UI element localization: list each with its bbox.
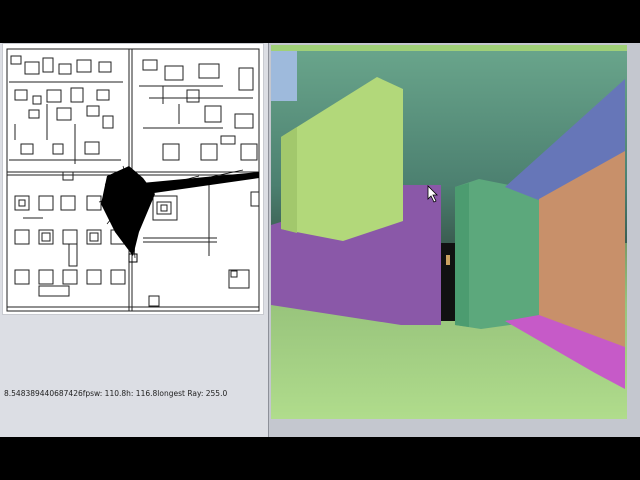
map-block <box>10 55 22 65</box>
map-block <box>156 201 172 215</box>
map-block <box>86 229 102 245</box>
map-block <box>41 232 51 242</box>
map-block <box>58 63 72 75</box>
map-block <box>38 269 54 285</box>
map-block <box>18 199 26 207</box>
map-block <box>98 61 112 73</box>
map-block <box>14 89 28 101</box>
render-viewport[interactable] <box>269 43 640 437</box>
map-block <box>86 105 100 117</box>
map-block <box>86 195 102 211</box>
map-block <box>38 229 54 245</box>
map-block <box>60 195 76 211</box>
map-block <box>228 269 250 289</box>
map-block <box>102 115 114 129</box>
map-block <box>28 109 40 119</box>
map-block <box>186 89 200 103</box>
map-block <box>62 229 78 245</box>
map-block <box>42 57 54 73</box>
map-block <box>230 270 238 278</box>
map-block <box>234 113 254 129</box>
map-block <box>24 61 40 75</box>
map-block <box>238 67 254 91</box>
map-block <box>14 269 30 285</box>
sky-patch <box>271 51 297 101</box>
map-block <box>198 63 220 79</box>
map-block <box>84 141 100 155</box>
map-block <box>38 195 54 211</box>
map-block <box>32 95 42 105</box>
map-block <box>220 135 236 145</box>
map-block <box>70 87 84 103</box>
ceiling-rim <box>271 45 627 51</box>
map-block <box>20 143 34 155</box>
minimap-panel <box>2 43 264 315</box>
map-block <box>38 285 70 297</box>
map-block <box>14 195 30 211</box>
map-block <box>46 89 62 103</box>
map-block <box>142 59 158 71</box>
map-block <box>162 143 180 161</box>
map-block <box>62 171 74 181</box>
ray-fan-beam <box>131 172 259 196</box>
distant-light <box>446 255 450 265</box>
map-block <box>160 204 168 212</box>
app-window: 8.548389440687426fpsw: 110.8h: 116.8long… <box>0 43 640 437</box>
map-block <box>200 143 218 161</box>
map-block <box>14 229 30 245</box>
wall-green-shade <box>455 183 469 327</box>
minimap <box>6 48 260 312</box>
map-block <box>56 107 72 121</box>
map-block <box>76 59 92 73</box>
map-block <box>148 295 160 307</box>
map-block <box>52 143 64 155</box>
map-block <box>164 65 184 81</box>
map-block <box>204 105 222 123</box>
wall-lime-shade <box>281 127 297 233</box>
map-block <box>96 89 110 101</box>
map-block <box>110 269 126 285</box>
status-readout: 8.548389440687426fpsw: 110.8h: 116.8long… <box>4 389 228 398</box>
map-block <box>86 269 102 285</box>
map-block <box>68 243 78 267</box>
map-block <box>62 269 78 285</box>
map-block <box>250 191 260 207</box>
map-block <box>240 143 258 161</box>
render-viewport-frame <box>268 43 640 437</box>
map-block <box>89 232 99 242</box>
